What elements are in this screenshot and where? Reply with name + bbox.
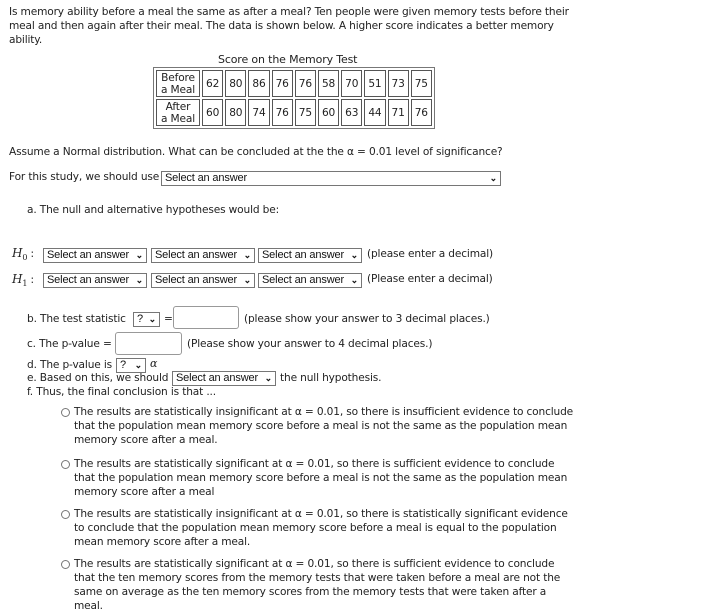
question-intro: Is memory ability before a meal the same… (9, 6, 569, 46)
part-f-label: f. Thus, the final conclusion is that ..… (27, 386, 216, 398)
table-cell: 58 (317, 70, 340, 97)
p-value-input[interactable] (115, 332, 182, 355)
table-row-after: After a Meal 60 80 74 76 75 60 63 44 71 7… (156, 99, 432, 126)
equals-sign: = (164, 313, 173, 325)
scores-table: Before a Meal 62 80 86 76 76 58 70 51 73 … (153, 67, 435, 129)
h0-hint: (please enter a decimal) (367, 248, 493, 260)
h1-value-select[interactable]: Select an answer ⌄ (258, 273, 362, 288)
table-cell: 76 (410, 99, 432, 126)
h0-operator-select[interactable]: Select an answer ⌄ (151, 248, 255, 263)
table-row-before: Before a Meal 62 80 86 76 76 58 70 51 73 … (156, 70, 432, 97)
table-cell: 62 (202, 70, 224, 97)
part-e-suffix: the null hypothesis. (280, 372, 382, 384)
part-e-label: e. Based on this, we should (27, 372, 169, 384)
p-value-comparison-select[interactable]: ? ⌄ (116, 358, 146, 373)
study-type-select-value: Select an answer (165, 172, 247, 184)
part-d-label: d. The p-value is (27, 359, 113, 371)
conclusion-radio-3[interactable] (61, 510, 70, 519)
part-b-hint: (please show your answer to 3 decimal pl… (244, 313, 490, 325)
table-cell: 75 (294, 99, 316, 126)
h0-value-select[interactable]: Select an answer ⌄ (258, 248, 362, 263)
chevron-down-icon: ⌄ (489, 173, 498, 183)
chevron-down-icon: ⌄ (148, 314, 157, 324)
conclusion-radio-1[interactable] (61, 408, 70, 417)
table-cell: 76 (271, 99, 293, 126)
h1-hint: (Please enter a decimal) (367, 273, 493, 285)
conclusion-radio-2[interactable] (61, 460, 70, 469)
table-cell: 80 (225, 70, 247, 97)
alpha-symbol: α (150, 357, 158, 370)
table-cell: 86 (248, 70, 270, 97)
part-a-label: a. The null and alternative hypotheses w… (27, 204, 280, 216)
part-c-hint: (Please show your answer to 4 decimal pl… (187, 338, 433, 350)
test-statistic-input[interactable] (173, 306, 239, 329)
table-cell: 63 (341, 99, 363, 126)
h0-label: H0 : (12, 246, 34, 263)
table-cell: 80 (225, 99, 247, 126)
table-cell: 70 (341, 70, 363, 97)
conclusion-radio-4[interactable] (61, 560, 70, 569)
h1-operator-select[interactable]: Select an answer ⌄ (151, 273, 255, 288)
table-cell: 44 (364, 99, 386, 126)
table-cell: 75 (410, 70, 432, 97)
h1-label: H1 : (12, 272, 34, 289)
table-cell: 51 (364, 70, 386, 97)
part-b-label: b. The test statistic (27, 313, 126, 325)
conclusion-option-2[interactable]: The results are statistically significan… (74, 457, 574, 499)
table-cell: 60 (317, 99, 340, 126)
row-header-before: Before a Meal (156, 70, 200, 97)
conclusion-option-1[interactable]: The results are statistically insignific… (74, 405, 574, 447)
table-cell: 74 (248, 99, 270, 126)
conclusion-option-3[interactable]: The results are statistically insignific… (74, 507, 574, 549)
chevron-down-icon: ⌄ (243, 275, 252, 285)
table-cell: 60 (202, 99, 224, 126)
study-label: For this study, we should use (9, 171, 160, 183)
chevron-down-icon: ⌄ (243, 250, 252, 260)
row-header-after: After a Meal (156, 99, 200, 126)
table-cell: 76 (294, 70, 316, 97)
chevron-down-icon: ⌄ (350, 275, 359, 285)
assume-text: Assume a Normal distribution. What can b… (9, 146, 503, 158)
study-type-select[interactable]: Select an answer ⌄ (161, 171, 501, 186)
conclusion-option-4[interactable]: The results are statistically significan… (74, 557, 574, 613)
chevron-down-icon: ⌄ (135, 275, 144, 285)
test-statistic-select[interactable]: ? ⌄ (133, 312, 160, 327)
table-cell: 76 (271, 70, 293, 97)
decision-select[interactable]: Select an answer ⌄ (172, 371, 276, 386)
table-caption: Score on the Memory Test (218, 53, 358, 66)
part-c-label: c. The p-value = (27, 338, 112, 350)
table-cell: 73 (387, 70, 409, 97)
h1-parameter-select[interactable]: Select an answer ⌄ (43, 273, 147, 288)
chevron-down-icon: ⌄ (135, 250, 144, 260)
chevron-down-icon: ⌄ (134, 360, 143, 370)
chevron-down-icon: ⌄ (350, 250, 359, 260)
table-cell: 71 (387, 99, 409, 126)
h0-parameter-select[interactable]: Select an answer ⌄ (43, 248, 147, 263)
chevron-down-icon: ⌄ (264, 373, 273, 383)
